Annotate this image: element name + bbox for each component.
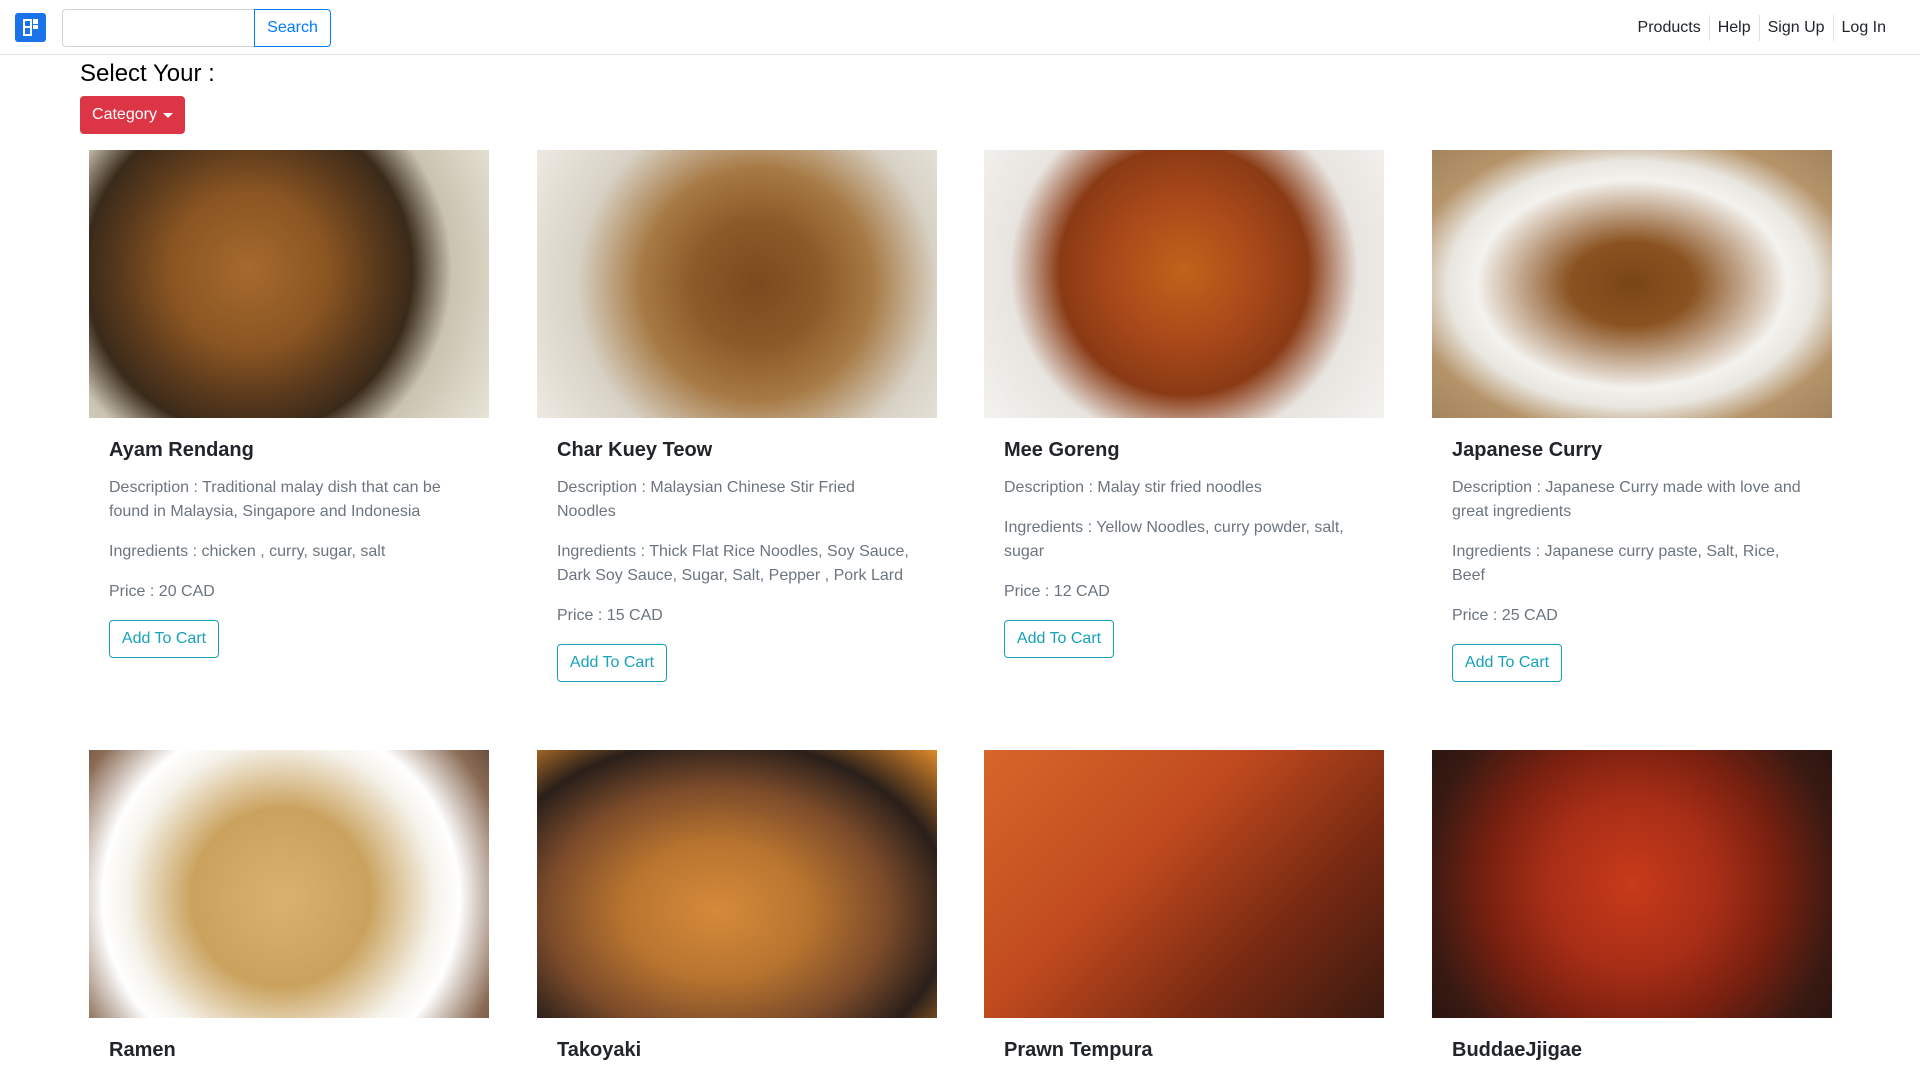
product-card: Prawn Tempura — [984, 750, 1384, 1076]
product-ingredients: Ingredients : Yellow Noodles, curry powd… — [1004, 519, 1344, 560]
product-image — [537, 150, 937, 418]
search-input[interactable] — [62, 9, 254, 47]
nav-links: Products Help Sign Up Log In — [1630, 15, 1894, 41]
product-description: Description : Traditional malay dish tha… — [109, 479, 441, 520]
product-name: Char Kuey Teow — [557, 439, 713, 461]
product-ingredients: Ingredients : Japanese curry paste, Salt… — [1452, 543, 1780, 584]
product-description: Description : Japanese Curry made with l… — [1452, 479, 1801, 520]
product-image — [984, 750, 1384, 1018]
category-dropdown-button[interactable]: Category — [80, 96, 185, 134]
product-price: Price : 20 CAD — [109, 583, 215, 600]
product-ingredients: Ingredients : chicken , curry, sugar, sa… — [109, 543, 386, 560]
caret-down-icon — [162, 112, 173, 118]
product-price: Price : 25 CAD — [1452, 607, 1558, 624]
product-card: Ramen — [89, 750, 489, 1076]
nav-link-sign-up[interactable]: Sign Up — [1758, 15, 1833, 41]
product-image — [89, 150, 489, 418]
product-card: BuddaeJjigae — [1432, 750, 1832, 1076]
product-name: BuddaeJjigae — [1452, 1039, 1583, 1061]
brand-logo-icon[interactable] — [15, 13, 46, 42]
product-card: Takoyaki — [537, 750, 937, 1076]
product-price: Price : 15 CAD — [557, 607, 663, 624]
product-name: Ramen — [109, 1039, 176, 1061]
product-description: Description : Malaysian Chinese Stir Fri… — [557, 479, 855, 520]
product-name: Mee Goreng — [1004, 439, 1120, 461]
product-name: Japanese Curry — [1452, 439, 1603, 461]
select-title: Select Your : — [80, 60, 215, 87]
add-to-cart-button[interactable]: Add To Cart — [109, 620, 219, 658]
product-image — [1432, 750, 1832, 1018]
product-image — [984, 150, 1384, 418]
product-price: Price : 12 CAD — [1004, 583, 1110, 600]
search-button[interactable]: Search — [254, 9, 331, 47]
product-name: Takoyaki — [557, 1039, 642, 1061]
product-card: Ayam Rendang Description : Traditional m… — [89, 150, 489, 658]
product-card: Mee Goreng Description : Malay stir frie… — [984, 150, 1384, 658]
add-to-cart-button[interactable]: Add To Cart — [557, 644, 667, 682]
product-image — [1432, 150, 1832, 418]
product-card: Japanese Curry Description : Japanese Cu… — [1432, 150, 1832, 682]
add-to-cart-button[interactable]: Add To Cart — [1004, 620, 1114, 658]
product-image — [89, 750, 489, 1018]
category-label: Category — [92, 106, 157, 123]
product-name: Prawn Tempura — [1004, 1039, 1153, 1061]
add-to-cart-button[interactable]: Add To Cart — [1452, 644, 1562, 682]
product-image — [537, 750, 937, 1018]
navbar: Search Products Help Sign Up Log In — [0, 0, 1920, 55]
nav-link-products[interactable]: Products — [1630, 15, 1709, 41]
nav-link-help[interactable]: Help — [1708, 15, 1759, 41]
nav-link-log-in[interactable]: Log In — [1832, 15, 1894, 41]
product-description: Description : Malay stir fried noodles — [1004, 479, 1262, 496]
product-card: Char Kuey Teow Description : Malaysian C… — [537, 150, 937, 682]
product-name: Ayam Rendang — [109, 439, 254, 461]
product-ingredients: Ingredients : Thick Flat Rice Noodles, S… — [557, 543, 909, 584]
